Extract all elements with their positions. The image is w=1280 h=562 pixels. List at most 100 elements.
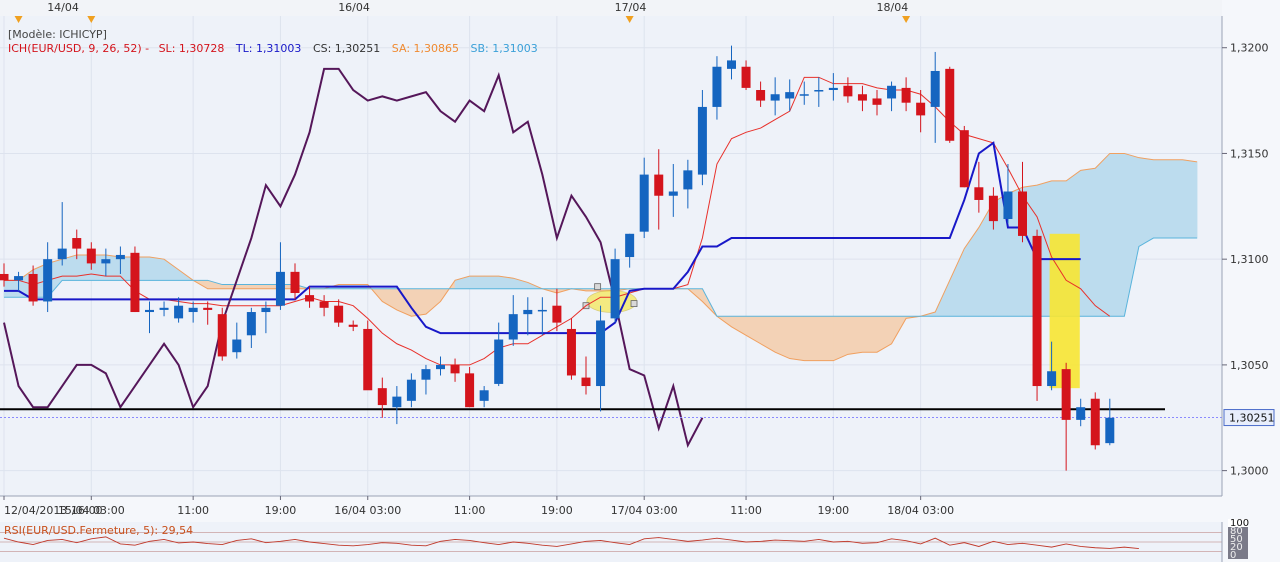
candle-body	[639, 174, 649, 232]
candle-body	[72, 238, 82, 249]
candle-body	[581, 377, 591, 387]
candle-body	[86, 248, 96, 264]
kumo-segment	[236, 284, 252, 290]
candle-body	[174, 305, 184, 319]
candle-body	[770, 94, 780, 101]
time-tick-label: 11:00	[730, 504, 762, 517]
ich-prefix: ICH(EUR/USD, 9, 26, 52) -	[8, 42, 149, 55]
candle-body	[203, 307, 213, 310]
price-tick-label: 1,3050	[1230, 359, 1269, 372]
candle-body	[101, 259, 111, 264]
candle-body	[363, 328, 373, 391]
price-tick-label: 1,3150	[1230, 147, 1269, 160]
candle-body	[43, 259, 53, 302]
top-date-label: 18/04	[877, 1, 909, 14]
tl-value: TL: 1,31003	[235, 42, 302, 55]
candle-body	[625, 233, 635, 258]
candle-body	[1003, 191, 1013, 219]
current-price-label: 1,30251	[1229, 412, 1275, 425]
candle-body	[610, 259, 620, 319]
annotation-handle	[630, 300, 638, 307]
kumo-segment	[251, 284, 267, 290]
candle-body	[930, 70, 940, 107]
kumo-segment	[1094, 152, 1111, 317]
candle-body	[1047, 371, 1057, 387]
annotation-handle	[594, 283, 602, 291]
candle-body	[959, 130, 969, 188]
kumo-segment	[3, 280, 19, 298]
top-date-label: 17/04	[615, 1, 647, 14]
ichimoku-legend: ICH(EUR/USD, 9, 26, 52) - SL: 1,30728 TL…	[8, 42, 538, 55]
sa-value: SA: 1,30865	[392, 42, 459, 55]
candle-body	[305, 295, 315, 302]
candle-body	[159, 307, 169, 310]
candle-body	[945, 68, 955, 141]
model-label: [Modèle: ICHICYP]	[8, 28, 107, 41]
candle-body	[319, 301, 329, 308]
candle-body	[130, 252, 140, 313]
candle-body	[334, 305, 344, 323]
candle-body	[0, 273, 9, 281]
kumo-segment	[1109, 153, 1125, 317]
kumo-segment	[1153, 159, 1169, 239]
candle-body	[1090, 398, 1100, 446]
candle-body	[712, 66, 722, 107]
price-tick-label: 1,3100	[1230, 253, 1269, 266]
time-tick-label: 19:00	[817, 504, 849, 517]
kumo-segment	[847, 315, 863, 355]
top-date-bar	[0, 0, 1222, 16]
candle-body	[145, 309, 154, 313]
top-date-label: 14/04	[47, 1, 79, 14]
ichimoku-chart: 1,3000 1,3050 1,3100 1,3150 1,3200 1,30251 14/…	[0, 0, 1280, 562]
candle-body	[392, 396, 402, 408]
rsi-label: RSI(EUR/USD.Fermeture, 5): 29,54	[4, 524, 193, 537]
cs-value: CS: 1,30251	[313, 42, 380, 55]
sl-value: SL: 1,30728	[159, 42, 225, 55]
top-date-label: 16/04	[338, 1, 370, 14]
candle-body	[566, 328, 576, 376]
candle-body	[654, 174, 664, 196]
kumo-segment	[149, 256, 165, 281]
candle-body	[901, 87, 911, 103]
candle-body	[668, 191, 678, 196]
candle-body	[508, 314, 518, 340]
candle-body	[465, 373, 475, 408]
kumo-segment	[469, 275, 485, 290]
sb-value: SB: 1,31003	[471, 42, 538, 55]
candle-body	[988, 195, 998, 222]
candle-body	[596, 320, 606, 387]
candle-body	[290, 271, 300, 294]
candle-body	[275, 271, 285, 306]
candle-body	[799, 94, 809, 96]
candle-body	[857, 94, 867, 101]
price-axis-panel	[1222, 0, 1280, 562]
highlight-box	[1049, 233, 1080, 389]
candle-body	[246, 312, 256, 336]
candle-body	[1018, 191, 1027, 236]
candle-body	[28, 273, 38, 302]
candle-body	[494, 339, 504, 384]
candle-body	[741, 66, 751, 88]
time-tick-label: 16/04 03:00	[334, 504, 401, 517]
candle-body	[872, 98, 882, 105]
candle-body	[406, 379, 416, 401]
time-tick-label: 11:00	[177, 504, 209, 517]
kumo-segment	[1182, 159, 1198, 239]
candle-body	[436, 364, 445, 370]
kumo-segment	[789, 315, 805, 362]
candle-body	[1105, 417, 1115, 444]
time-tick-label: 17/04 03:00	[611, 504, 678, 517]
candle-body	[261, 307, 271, 313]
candle-body	[552, 305, 562, 323]
candle-body	[14, 276, 24, 281]
candle-body	[1032, 235, 1042, 387]
candle-body	[479, 390, 489, 401]
candle-body	[683, 170, 693, 190]
time-tick-label: 18/04 03:00	[887, 504, 954, 517]
candle-body	[1076, 407, 1086, 420]
kumo-segment	[774, 315, 791, 360]
candle-body	[916, 102, 926, 116]
candle-body	[1061, 369, 1071, 420]
kumo-segment	[1080, 167, 1096, 317]
candle-body	[421, 369, 431, 380]
